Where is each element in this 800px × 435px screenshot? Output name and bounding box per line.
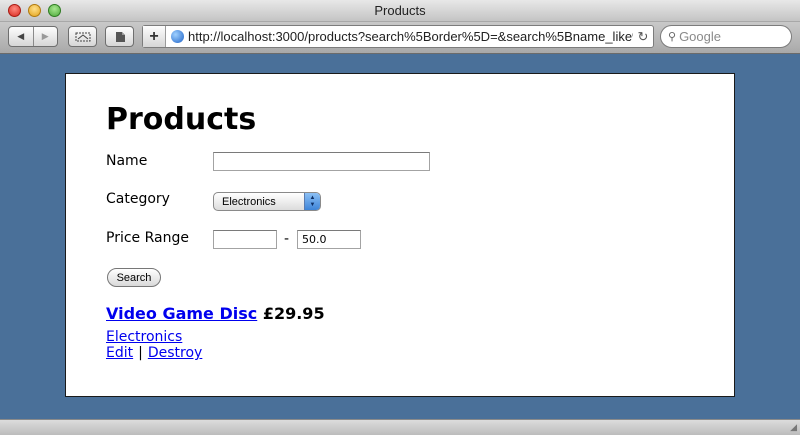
product-actions: Edit | Destroy <box>106 345 202 361</box>
action-separator: | <box>138 345 143 361</box>
search-icon: ⚲ <box>668 31 677 43</box>
forward-button[interactable]: ▶ <box>32 27 58 46</box>
product-category: Electronics <box>106 326 182 345</box>
url-text[interactable]: http://localhost:3000/products?search%5B… <box>188 29 633 44</box>
resize-grip-icon[interactable]: ◢ <box>790 423 797 433</box>
reload-icon[interactable]: ↻ <box>633 29 653 45</box>
nav-buttons: ◀ ▶ <box>8 26 58 47</box>
elephant-icon <box>115 31 125 42</box>
category-select[interactable]: Electronics ▲ ▼ <box>213 192 321 211</box>
title-bar: Products <box>0 0 800 22</box>
search-button[interactable]: Search <box>107 268 161 287</box>
price-max-input[interactable] <box>297 230 361 249</box>
snippet-icon <box>75 32 90 41</box>
search-field[interactable]: ⚲ Google <box>660 25 792 48</box>
product-price: £29.95 <box>262 304 325 323</box>
edit-link[interactable]: Edit <box>106 345 133 361</box>
window-title: Products <box>374 3 426 18</box>
name-label: Name <box>106 153 148 169</box>
status-bar: ◢ <box>0 419 800 435</box>
product-name-link[interactable]: Video Game Disc <box>106 304 257 323</box>
page-title: Products <box>106 102 257 137</box>
search-placeholder: Google <box>679 29 721 44</box>
destroy-link[interactable]: Destroy <box>148 345 202 361</box>
price-range-label: Price Range <box>106 230 189 246</box>
product-heading: Video Game Disc £29.95 <box>106 304 325 323</box>
price-separator: - <box>284 231 290 247</box>
address-bar[interactable]: + http://localhost:3000/products?search%… <box>142 25 654 48</box>
price-min-input[interactable] <box>213 230 277 249</box>
browser-toolbar: ◀ ▶ + http://localhost:3000/products?sea… <box>0 22 800 54</box>
globe-icon <box>171 30 184 43</box>
category-label: Category <box>106 191 170 207</box>
category-link[interactable]: Electronics <box>106 329 182 345</box>
page-content: Products Name Category Electronics ▲ ▼ Pr… <box>65 73 735 397</box>
evernote-button[interactable] <box>105 26 134 47</box>
add-bookmark-button[interactable]: + <box>143 26 166 47</box>
select-arrows-icon: ▲ ▼ <box>304 193 320 210</box>
category-selected-value: Electronics <box>222 195 276 208</box>
back-button[interactable]: ◀ <box>9 27 33 46</box>
name-input[interactable] <box>213 152 430 171</box>
snippet-button[interactable] <box>68 26 97 47</box>
